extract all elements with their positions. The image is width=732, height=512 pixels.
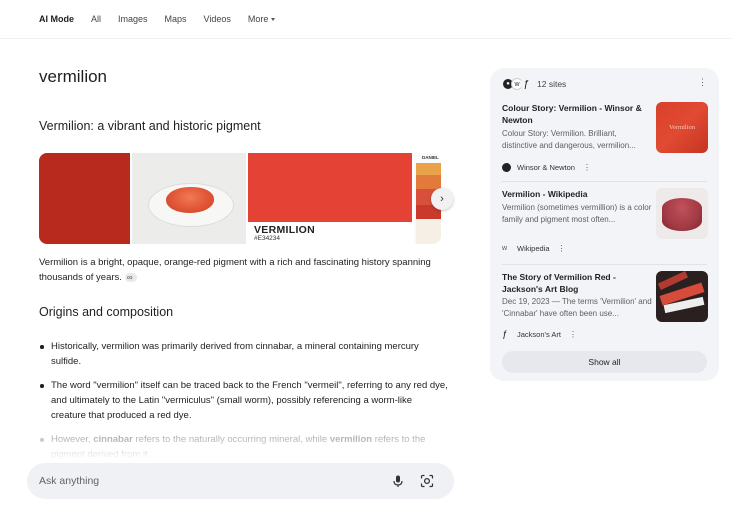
image-strip: VERMILION #E34234 DANIEL xyxy=(39,153,441,244)
paint-chart-label: DANIEL xyxy=(422,155,439,160)
site-favicon-icon xyxy=(502,163,511,172)
jacksons-favicon-icon: ƒ xyxy=(520,78,532,90)
divider xyxy=(502,181,707,182)
tab-all[interactable]: All xyxy=(91,14,101,24)
image-pigment-powder[interactable] xyxy=(132,153,246,244)
source-site: w Wikipedia ⋮ xyxy=(502,244,566,253)
powder-shape xyxy=(166,187,214,213)
tab-ai-mode[interactable]: AI Mode xyxy=(39,14,74,24)
ask-bar xyxy=(27,463,454,499)
source-thumbnail[interactable] xyxy=(656,188,708,239)
source-site: ƒ Jackson's Art ⋮ xyxy=(502,329,577,340)
source-title[interactable]: The Story of Vermilion Red - Jackson's A… xyxy=(502,271,652,295)
source-thumbnail[interactable]: Vermilion xyxy=(656,102,708,153)
color-card-hex: #E34234 xyxy=(254,235,281,242)
nav-divider xyxy=(0,38,732,39)
site-name: Winsor & Newton xyxy=(517,163,575,172)
chevron-right-icon: › xyxy=(440,193,444,205)
more-options-icon[interactable]: ⋮ xyxy=(558,244,566,253)
source-snippet: Colour Story: Vermilion. Brilliant, dist… xyxy=(502,129,636,150)
list-item: The word "vermilion" itself can be trace… xyxy=(39,378,449,423)
thumb-shape xyxy=(662,198,702,231)
source-card[interactable]: The Story of Vermilion Red - Jackson's A… xyxy=(502,271,708,346)
more-options-icon[interactable]: ⋮ xyxy=(698,78,707,87)
source-thumbnail[interactable] xyxy=(656,271,708,322)
query-title: vermilion xyxy=(39,67,108,86)
intro-text: Vermilion is a bright, opaque, orange-re… xyxy=(39,257,431,283)
source-snippet: Vermilion (sometimes vermillion) is a co… xyxy=(502,203,652,224)
top-nav: AI Mode All Images Maps Videos More xyxy=(39,14,292,24)
faded-text: refers to the naturally occurring minera… xyxy=(132,434,330,445)
site-favicon-icon: w xyxy=(502,245,508,252)
more-menu[interactable]: More xyxy=(248,14,276,24)
show-all-button[interactable]: Show all xyxy=(502,351,707,373)
list-item: However, cinnabar refers to the naturall… xyxy=(39,432,449,462)
carousel-next-button[interactable]: › xyxy=(431,188,453,210)
sources-panel: ● w ƒ 12 sites ⋮ Colour Story: Vermilion… xyxy=(490,68,719,381)
site-name: Wikipedia xyxy=(517,244,550,253)
tab-maps[interactable]: Maps xyxy=(165,14,187,24)
ask-input[interactable] xyxy=(39,475,369,487)
microphone-icon[interactable] xyxy=(391,474,405,488)
source-card[interactable]: Colour Story: Vermilion - Winsor & Newto… xyxy=(502,102,708,177)
faded-bold: vermilion xyxy=(329,434,373,445)
lens-icon[interactable] xyxy=(420,474,434,488)
sites-count: 12 sites xyxy=(537,79,567,89)
faded-bold: cinnabar xyxy=(93,434,133,445)
tab-videos[interactable]: Videos xyxy=(204,14,231,24)
site-name: Jackson's Art xyxy=(517,330,561,339)
intro-paragraph: Vermilion is a bright, opaque, orange-re… xyxy=(39,255,439,285)
source-card[interactable]: Vermilion - Wikipedia Vermilion (sometim… xyxy=(502,188,708,260)
faded-text: However, xyxy=(51,434,94,445)
source-title[interactable]: Colour Story: Vermilion - Winsor & Newto… xyxy=(502,102,652,126)
image-red-swatch[interactable] xyxy=(39,153,130,244)
source-snippet: Dec 19, 2023 — The terms 'Vermilion' and… xyxy=(502,297,652,318)
paint-band xyxy=(416,219,441,244)
divider xyxy=(502,264,707,265)
paint-band xyxy=(416,175,441,189)
caret-down-icon xyxy=(271,17,276,21)
list-item: Historically, vermilion was primarily de… xyxy=(39,339,449,369)
source-title[interactable]: Vermilion - Wikipedia xyxy=(502,188,652,200)
paint-band xyxy=(416,163,441,175)
site-favicon-icon: ƒ xyxy=(502,329,508,339)
more-options-icon[interactable]: ⋮ xyxy=(569,330,577,339)
tab-images[interactable]: Images xyxy=(118,14,148,24)
section-heading: Origins and composition xyxy=(39,305,174,319)
source-site: Winsor & Newton ⋮ xyxy=(502,163,591,172)
sources-header[interactable]: ● w ƒ 12 sites xyxy=(502,78,566,90)
answer-heading: Vermilion: a vibrant and historic pigmen… xyxy=(39,119,261,133)
more-options-icon[interactable]: ⋮ xyxy=(583,163,591,172)
thumb-text: Vermilion xyxy=(669,124,695,131)
image-color-card[interactable]: VERMILION #E34234 xyxy=(248,153,412,244)
link-icon[interactable] xyxy=(124,270,137,285)
color-card-swatch xyxy=(248,153,412,222)
bullet-list: Historically, vermilion was primarily de… xyxy=(39,339,449,471)
more-label: More xyxy=(247,14,269,24)
